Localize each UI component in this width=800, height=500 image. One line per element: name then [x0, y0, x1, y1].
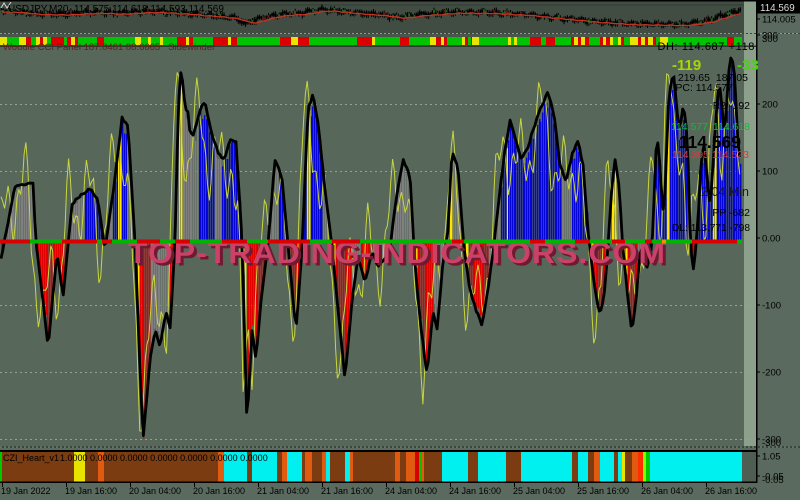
svg-text:-100: -100 [762, 301, 781, 312]
svg-text:21 Jan 04:00: 21 Jan 04:00 [257, 486, 309, 496]
svg-text:20 Jan 16:00: 20 Jan 16:00 [193, 486, 245, 496]
svg-text:26 Jan 16:00: 26 Jan 16:00 [705, 486, 757, 496]
svg-text:2:04 Min: 2:04 Min [701, 185, 749, 199]
svg-text:R2 -192: R2 -192 [713, 100, 751, 112]
svg-text:Woodie CCI Panel 187.0461 88.6: Woodie CCI Panel 187.0461 88.6665 Sidewi… [3, 42, 215, 53]
svg-text:114.569: 114.569 [760, 3, 795, 14]
svg-text:114.395: 114.395 [672, 149, 709, 161]
svg-text:20 Jan 04:00: 20 Jan 04:00 [129, 486, 181, 496]
svg-text:114.005: 114.005 [762, 15, 796, 26]
svg-text:0.00: 0.00 [762, 234, 781, 245]
svg-text:19 Jan 16:00: 19 Jan 16:00 [65, 486, 117, 496]
svg-text:DH: 114.687 +118: DH: 114.687 +118 [657, 41, 755, 53]
svg-text:-0.05: -0.05 [762, 475, 784, 486]
svg-text:200: 200 [762, 100, 778, 111]
svg-text:-300: -300 [762, 438, 781, 449]
svg-text:PP -682: PP -682 [712, 207, 750, 219]
svg-text:100: 100 [762, 167, 778, 178]
svg-text:CZI_Heart_v1: CZI_Heart_v1 [3, 453, 59, 463]
svg-text:PC: 114.577: PC: 114.577 [675, 82, 733, 94]
svg-text:26 Jan 04:00: 26 Jan 04:00 [641, 486, 693, 496]
svg-text:114.523: 114.523 [712, 149, 749, 161]
svg-text:24 Jan 04:00: 24 Jan 04:00 [385, 486, 437, 496]
svg-text:USDJPY,M20 114.575 114.618 11: USDJPY,M20 114.575 114.618 114.593 114.5… [8, 4, 224, 15]
svg-text:21 Jan 16:00: 21 Jan 16:00 [321, 486, 373, 496]
svg-text:-200: -200 [762, 368, 781, 379]
svg-text:25 Jan 04:00: 25 Jan 04:00 [513, 486, 565, 496]
svg-text:DL: 113.771 -798: DL: 113.771 -798 [672, 223, 750, 234]
svg-text:25 Jan 16:00: 25 Jan 16:00 [577, 486, 629, 496]
svg-text:24 Jan 16:00: 24 Jan 16:00 [449, 486, 501, 496]
svg-text:300: 300 [762, 34, 778, 45]
svg-text:1.0000 0.0000 0.0000 0.0000 0.: 1.0000 0.0000 0.0000 0.0000 0.0000 0.000… [60, 453, 268, 463]
svg-text:1.05: 1.05 [762, 452, 781, 463]
svg-text:19 Jan 2022: 19 Jan 2022 [1, 486, 51, 496]
